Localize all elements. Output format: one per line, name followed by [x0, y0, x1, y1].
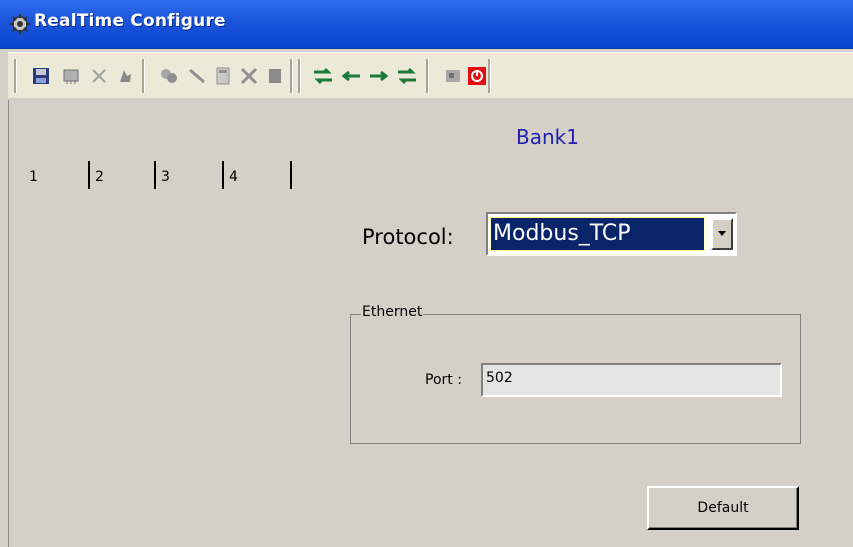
- bank-title: Bank1: [516, 125, 579, 149]
- toolbar-separator: [290, 59, 293, 93]
- block-icon: [269, 69, 281, 83]
- tab-label: 3: [161, 169, 170, 185]
- save-button[interactable]: [28, 63, 54, 89]
- arrow-right-icon: [370, 70, 389, 82]
- tags-button[interactable]: [156, 63, 182, 89]
- toolbar-separator: [488, 59, 491, 93]
- memory-button[interactable]: [58, 63, 84, 89]
- window-title: RealTime Configure: [34, 11, 226, 31]
- pointer-button[interactable]: [112, 63, 138, 89]
- tab-label: 2: [95, 169, 104, 185]
- protocol-selected-value: Modbus_TCP: [490, 217, 705, 251]
- memory-icon: [63, 69, 79, 84]
- toolbar-separator: [142, 59, 145, 93]
- tab-3[interactable]: 3: [156, 161, 224, 189]
- toolbar-separator: [426, 59, 429, 93]
- delete-icon: [92, 69, 106, 83]
- tab-label: 4: [229, 169, 238, 185]
- tab-1[interactable]: 1: [24, 161, 90, 189]
- tools-icon: [240, 67, 258, 85]
- protocol-select[interactable]: Modbus_TCP: [486, 212, 737, 256]
- tab-4[interactable]: 4: [224, 161, 292, 189]
- export-button[interactable]: [440, 63, 466, 89]
- arrow-left-icon: [341, 70, 360, 82]
- arrow-left-button[interactable]: [338, 63, 364, 89]
- port-label: Port :: [425, 372, 462, 388]
- ethernet-legend: Ethernet: [361, 304, 424, 320]
- default-button[interactable]: Default: [647, 486, 799, 530]
- line-icon: [189, 68, 205, 84]
- save-icon: [33, 68, 49, 84]
- title-bar[interactable]: RealTime Configure: [0, 0, 853, 49]
- toolbar-separator: [14, 59, 17, 93]
- export-icon: [446, 70, 460, 82]
- calculator-icon: [216, 67, 230, 85]
- block-button[interactable]: [262, 63, 288, 89]
- sync-icon: [314, 67, 332, 85]
- tab-divider: [290, 161, 292, 189]
- tab-label: 1: [29, 169, 38, 185]
- pointer-icon: [120, 70, 131, 82]
- toolbar: [8, 52, 853, 98]
- dropdown-button[interactable]: [711, 218, 733, 250]
- calculator-button[interactable]: [210, 63, 236, 89]
- tab-2[interactable]: 2: [90, 161, 156, 189]
- app-gear-icon: [10, 14, 30, 34]
- arrow-right-button[interactable]: [366, 63, 392, 89]
- tags-icon: [161, 69, 177, 83]
- sync-button[interactable]: [310, 63, 336, 89]
- tools-button[interactable]: [236, 63, 262, 89]
- protocol-label: Protocol:: [362, 225, 454, 249]
- swap-button[interactable]: [394, 63, 420, 89]
- power-icon: [468, 67, 486, 85]
- chevron-down-icon: [718, 231, 726, 236]
- delete-button[interactable]: [86, 63, 112, 89]
- line-button[interactable]: [184, 63, 210, 89]
- port-input[interactable]: 502: [481, 363, 782, 397]
- swap-icon: [398, 67, 416, 85]
- power-button[interactable]: [464, 63, 490, 89]
- toolbar-separator: [298, 59, 301, 93]
